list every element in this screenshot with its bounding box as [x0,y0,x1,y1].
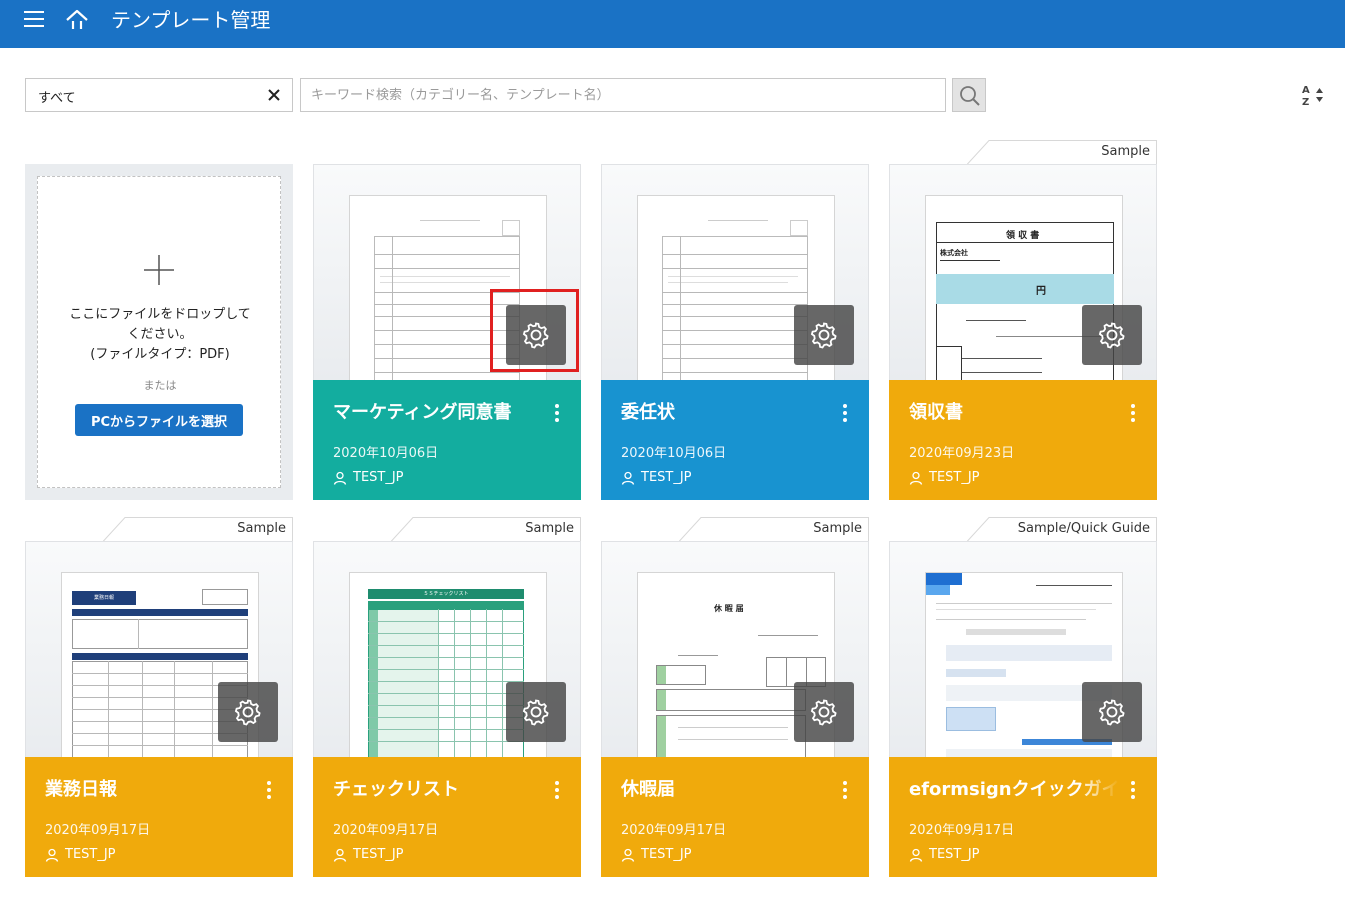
more-options-button[interactable] [1121,777,1145,803]
user-icon [621,471,635,485]
card-footer[interactable]: eformsignクイックガイド 2020年09月17日 TEST_JP [889,757,1157,877]
card-footer[interactable]: 委任状 2020年10月06日 TEST_JP [601,380,869,500]
template-card[interactable]: Sample/Quick Guide eformsignクイックガイド 2020… [889,517,1157,877]
user-icon [333,848,347,862]
template-preview[interactable] [313,164,581,380]
card-owner: TEST_JP [621,847,692,862]
search-input[interactable] [300,78,946,112]
category-select-value: すべて [38,91,76,106]
search-button[interactable] [952,78,986,112]
card-date: 2020年09月17日 [909,823,1015,838]
template-card[interactable]: マーケティング同意書 2020年10月06日 TEST_JP [313,164,581,500]
user-icon [621,848,635,862]
card-owner: TEST_JP [45,847,116,862]
card-title: 業務日報 [45,779,117,800]
card-date: 2020年09月17日 [45,823,151,838]
app-header: テンプレート管理 [0,0,1345,48]
card-title: 領収書 [909,402,963,423]
more-options-button[interactable] [833,777,857,803]
upload-card: ここにファイルをドロップして ください。 (ファイルタイプ：PDF) または P… [25,164,293,500]
template-card[interactable]: 委任状 2020年10月06日 TEST_JP [601,164,869,500]
sample-tag: Sample/Quick Guide [967,517,1157,542]
user-icon [45,848,59,862]
card-title: 委任状 [621,402,675,423]
sample-tag: Sample [679,517,869,542]
user-icon [909,848,923,862]
card-footer[interactable]: 休暇届 2020年09月17日 TEST_JP [601,757,869,877]
settings-button[interactable] [218,682,278,742]
card-footer[interactable]: マーケティング同意書 2020年10月06日 TEST_JP [313,380,581,500]
user-icon [333,471,347,485]
settings-button[interactable] [506,305,566,365]
card-owner: TEST_JP [333,470,404,485]
template-card[interactable]: Sample 領 収 書 株式会社 円 領収書 2020年09月23日 TEST… [889,140,1157,500]
sample-tag: Sample [391,517,581,542]
title-fade [1079,777,1119,803]
template-preview[interactable]: 領 収 書 株式会社 円 [889,164,1157,380]
card-owner: TEST_JP [621,470,692,485]
user-icon [909,471,923,485]
search-icon [960,86,980,106]
settings-button[interactable] [1082,305,1142,365]
svg-text:Z: Z [1302,97,1309,108]
file-drop-zone[interactable]: ここにファイルをドロップして ください。 (ファイルタイプ：PDF) または P… [37,176,281,488]
gear-icon [1098,699,1125,726]
template-card[interactable]: Sample ５Ｓチェックリスト チェックリスト 2020年09月17日 TES… [313,517,581,877]
settings-button[interactable] [1082,682,1142,742]
plus-icon [144,255,174,285]
card-date: 2020年10月06日 [333,446,439,461]
gear-icon [234,699,261,726]
card-date: 2020年10月06日 [621,446,727,461]
card-date: 2020年09月17日 [333,823,439,838]
settings-button[interactable] [794,682,854,742]
more-options-button[interactable] [833,400,857,426]
card-title: チェックリスト [333,779,459,800]
card-title: 休暇届 [621,779,675,800]
template-preview[interactable] [601,164,869,380]
card-date: 2020年09月17日 [621,823,727,838]
card-footer[interactable]: 領収書 2020年09月23日 TEST_JP [889,380,1157,500]
card-owner: TEST_JP [909,470,980,485]
more-options-button[interactable] [1121,400,1145,426]
page-title: テンプレート管理 [111,8,271,32]
gear-icon [1098,322,1125,349]
template-preview[interactable] [889,541,1157,757]
hamburger-icon[interactable] [24,11,46,29]
select-file-button[interactable]: PCからファイルを選択 [75,404,243,436]
home-icon[interactable] [64,8,90,32]
more-options-button[interactable] [545,777,569,803]
card-title: マーケティング同意書 [333,402,512,423]
svg-text:A: A [1302,85,1310,96]
settings-button[interactable] [794,305,854,365]
more-options-button[interactable] [257,777,281,803]
template-preview[interactable]: 業務日報 [25,541,293,757]
gear-icon [810,699,837,726]
sample-tag: Sample [103,517,293,542]
category-select[interactable]: すべて [25,78,293,112]
more-options-button[interactable] [545,400,569,426]
gear-icon [810,322,837,349]
card-owner: TEST_JP [333,847,404,862]
or-divider-text: または [143,379,177,392]
close-icon[interactable] [266,87,282,103]
template-card[interactable]: Sample 業務日報 業務日報 2020年09月17日 TEST_JP [25,517,293,877]
sample-tag: Sample [967,140,1157,165]
gear-icon [522,699,549,726]
template-preview[interactable]: 休 暇 届 [601,541,869,757]
drop-instructions: ここにファイルをドロップして ください。 (ファイルタイプ：PDF) [69,307,251,362]
card-footer[interactable]: チェックリスト 2020年09月17日 TEST_JP [313,757,581,877]
gear-icon [522,322,549,349]
card-owner: TEST_JP [909,847,980,862]
card-footer[interactable]: 業務日報 2020年09月17日 TEST_JP [25,757,293,877]
sort-az-icon[interactable]: A Z [1300,82,1328,108]
template-card[interactable]: Sample 休 暇 届 休暇届 2020年09月17日 TEST_JP [601,517,869,877]
settings-button[interactable] [506,682,566,742]
template-preview[interactable]: ５Ｓチェックリスト [313,541,581,757]
card-date: 2020年09月23日 [909,446,1015,461]
